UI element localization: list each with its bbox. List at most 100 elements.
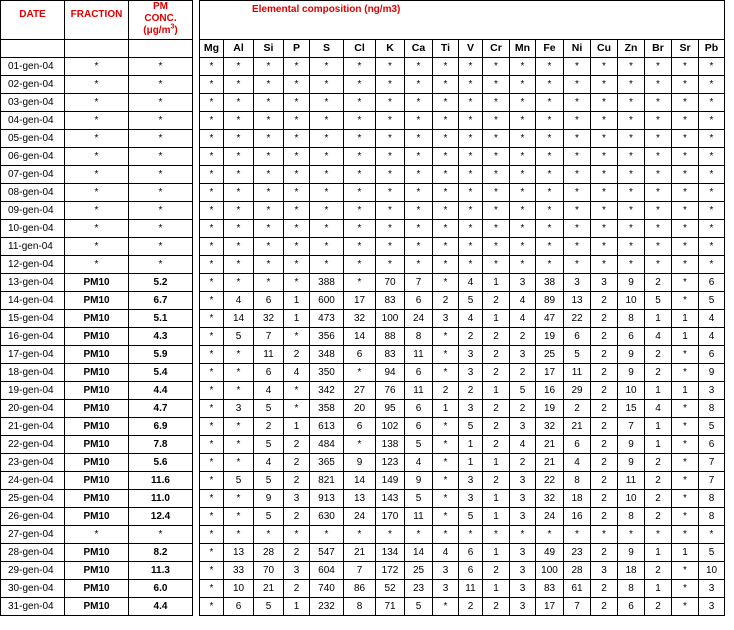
value-cell-br: 1 [644, 435, 672, 454]
value-cell-si: 7 [253, 327, 284, 346]
value-cell-br: * [644, 147, 672, 166]
value-cell-s: 630 [309, 507, 344, 526]
value-cell-si: * [253, 111, 284, 130]
value-cell-s: 613 [309, 417, 344, 436]
value-cell-ni: 28 [563, 561, 591, 580]
value-cell-ni: 4 [563, 453, 591, 472]
value-cell-fe: * [535, 237, 564, 256]
value-cell-mn: 3 [509, 273, 536, 292]
pm-conc-line2: CONC. [144, 13, 177, 24]
value-cell-al: 3 [223, 399, 254, 418]
value-cell-p: * [283, 237, 310, 256]
value-cell-zn: 10 [617, 489, 645, 508]
value-cell-cr: 1 [482, 489, 510, 508]
spacer-cell [192, 93, 200, 112]
value-cell-s: * [309, 237, 344, 256]
spacer-cell [192, 363, 200, 382]
value-cell-zn: 9 [617, 273, 645, 292]
value-cell-sr: * [671, 57, 699, 76]
spacer-cell [192, 291, 200, 310]
value-cell-fe: * [535, 183, 564, 202]
value-cell-sr: * [671, 471, 699, 490]
value-cell-k: * [375, 75, 405, 94]
value-cell-k: * [375, 201, 405, 220]
value-cell-p: * [283, 201, 310, 220]
pm-conc-cell: * [128, 57, 193, 76]
value-cell-fe: * [535, 165, 564, 184]
value-cell-br: 2 [644, 489, 672, 508]
value-cell-sr: * [671, 201, 699, 220]
value-cell-cr: 2 [482, 561, 510, 580]
pm-conc-cell: 11.3 [128, 561, 193, 580]
value-cell-ti: * [432, 525, 459, 544]
value-cell-v: 5 [458, 417, 483, 436]
value-cell-pb: * [698, 165, 725, 184]
value-cell-cu: * [590, 525, 618, 544]
element-header-cl: Cl [343, 39, 376, 58]
value-cell-pb: 8 [698, 507, 725, 526]
value-cell-cr: * [482, 219, 510, 238]
value-cell-ni: * [563, 219, 591, 238]
value-cell-s: 356 [309, 327, 344, 346]
spacer-cell [192, 147, 200, 166]
value-cell-cl: 17 [343, 291, 376, 310]
value-cell-mn: * [509, 75, 536, 94]
value-cell-cr: 1 [482, 543, 510, 562]
value-cell-mg: * [199, 489, 224, 508]
value-cell-si: 32 [253, 309, 284, 328]
value-cell-zn: 15 [617, 399, 645, 418]
value-cell-s: * [309, 525, 344, 544]
value-cell-al: * [223, 75, 254, 94]
value-cell-cu: 3 [590, 273, 618, 292]
value-cell-fe: 22 [535, 471, 564, 490]
value-cell-ti: 3 [432, 309, 459, 328]
value-cell-ni: 21 [563, 417, 591, 436]
value-cell-p: * [283, 381, 310, 400]
value-cell-k: 95 [375, 399, 405, 418]
value-cell-cu: * [590, 93, 618, 112]
value-cell-s: 358 [309, 399, 344, 418]
value-cell-cr: * [482, 237, 510, 256]
value-cell-br: 5 [644, 291, 672, 310]
pm-conc-cell: 5.4 [128, 363, 193, 382]
value-cell-k: 71 [375, 597, 405, 616]
value-cell-sr: * [671, 453, 699, 472]
value-cell-fe: 89 [535, 291, 564, 310]
value-cell-zn: 10 [617, 291, 645, 310]
value-cell-v: 3 [458, 399, 483, 418]
value-cell-zn: * [617, 183, 645, 202]
fraction-cell: PM10 [64, 399, 129, 418]
value-cell-fe: * [535, 129, 564, 148]
value-cell-mg: * [199, 237, 224, 256]
value-cell-fe: * [535, 525, 564, 544]
value-cell-s: 600 [309, 291, 344, 310]
value-cell-br: 2 [644, 273, 672, 292]
value-cell-pb: 7 [698, 471, 725, 490]
value-cell-ti: * [432, 453, 459, 472]
value-cell-v: * [458, 219, 483, 238]
value-cell-ca: 25 [404, 561, 433, 580]
value-cell-mn: * [509, 111, 536, 130]
value-cell-ni: 6 [563, 435, 591, 454]
value-cell-al: * [223, 237, 254, 256]
value-cell-mn: 3 [509, 579, 536, 598]
value-cell-p: 2 [283, 435, 310, 454]
value-cell-mg: * [199, 255, 224, 274]
value-cell-mg: * [199, 525, 224, 544]
date-cell: 16-gen-04 [0, 327, 65, 346]
value-cell-zn: 6 [617, 327, 645, 346]
value-cell-k: 102 [375, 417, 405, 436]
pm-conc-cell: * [128, 219, 193, 238]
pm-conc-cell: 8.2 [128, 543, 193, 562]
value-cell-v: * [458, 201, 483, 220]
value-cell-cr: 2 [482, 327, 510, 346]
spacer-cell [192, 237, 200, 256]
value-cell-cr: 2 [482, 471, 510, 490]
date-cell: 15-gen-04 [0, 309, 65, 328]
value-cell-ti: * [432, 183, 459, 202]
spacer-cell [192, 435, 200, 454]
value-cell-k: 149 [375, 471, 405, 490]
value-cell-cr: 2 [482, 345, 510, 364]
value-cell-p: * [283, 273, 310, 292]
value-cell-s: 740 [309, 579, 344, 598]
